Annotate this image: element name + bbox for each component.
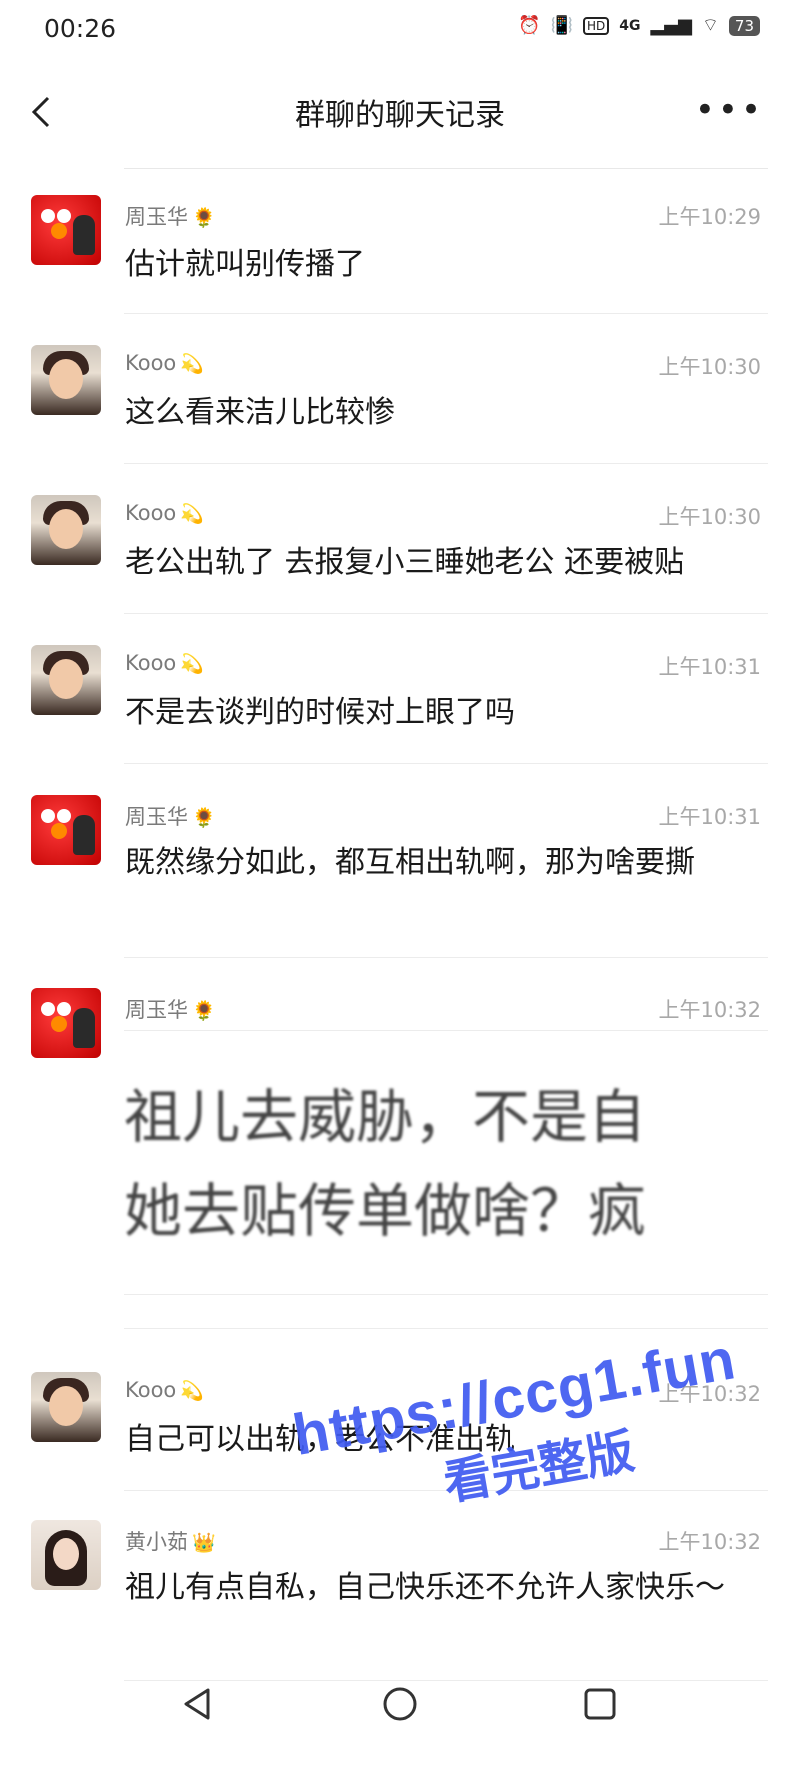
elmo-avatar[interactable]: [31, 195, 101, 265]
image-text-line: 祖儿去威胁，不是自: [124, 1083, 647, 1151]
message-text: 不是去谈判的时候对上眼了吗: [125, 695, 515, 730]
sunflower-icon: 🌻: [192, 1000, 216, 1022]
message-time: 上午10:30: [658, 505, 761, 529]
nav-recents-icon: [584, 1688, 616, 1720]
system-nav-bar: [0, 1640, 800, 1784]
more-dots-icon: •••: [694, 90, 764, 130]
more-button[interactable]: •••: [695, 90, 764, 130]
divider: [124, 168, 768, 169]
message-time: 上午10:32: [658, 998, 761, 1022]
message-text: 既然缘分如此，都互相出轨啊，那为啥要撕: [125, 845, 695, 880]
message-text: 自己可以出轨，老公不准出轨: [125, 1422, 515, 1457]
alarm-icon: ⏰: [518, 15, 541, 36]
vibrate-icon: 📳: [550, 15, 573, 36]
sunflower-icon: 🌻: [192, 207, 216, 229]
message-text: 这么看来洁儿比较惨: [125, 395, 395, 430]
sender-name: 黄小茹 👑: [125, 1530, 216, 1554]
sender-name: Kooo 💫: [125, 651, 204, 675]
sparkle-icon: 💫: [180, 653, 204, 675]
message-time: 上午10:31: [658, 805, 761, 829]
image-text-line: 她去贴传单做啥？疯: [124, 1177, 647, 1245]
message-text: 估计就叫别传播了: [125, 247, 365, 282]
sender-name: Kooo 💫: [125, 501, 204, 525]
status-time: 00:26: [44, 14, 117, 43]
sender-name: 周玉华 🌻: [125, 805, 216, 829]
hd-icon: HD: [582, 16, 610, 35]
nav-back-icon: [184, 1688, 210, 1720]
sender-name: Kooo 💫: [125, 1378, 204, 1402]
divider: [124, 463, 768, 464]
sender-name: 周玉华 🌻: [125, 205, 216, 229]
page-title: 群聊的聊天记录: [295, 98, 505, 133]
divider: [124, 313, 768, 314]
message-time: 上午10:30: [658, 355, 761, 379]
sunflower-icon: 🌻: [192, 807, 216, 829]
status-icons: ⏰ 📳 HD 4G ▂▄▆ ⌔ 73: [518, 14, 760, 37]
message-time: 上午10:32: [658, 1382, 761, 1406]
sparkle-icon: 💫: [180, 1380, 204, 1402]
sparkle-icon: 💫: [180, 503, 204, 525]
message-text: 老公出轨了 去报复小三睡她老公 还要被贴: [125, 545, 685, 580]
divider: [124, 957, 768, 958]
divider: [124, 613, 768, 614]
elmo-avatar[interactable]: [31, 988, 101, 1058]
image-message[interactable]: 祖儿去威胁，不是自 她去贴传单做啥？疯: [124, 1024, 760, 1268]
sparkle-icon: 💫: [180, 353, 204, 375]
nav-home-icon: [383, 1687, 417, 1721]
child-avatar[interactable]: [31, 1372, 101, 1442]
message-time: 上午10:29: [658, 205, 761, 229]
status-bar: 00:26 ⏰ 📳 HD 4G ▂▄▆ ⌔ 73: [0, 0, 800, 62]
nav-recents-button[interactable]: [580, 1684, 620, 1724]
sender-name: Kooo 💫: [125, 351, 204, 375]
woman-avatar[interactable]: [31, 1520, 101, 1590]
child-avatar[interactable]: [31, 345, 101, 415]
divider: [124, 1294, 768, 1295]
message-text: 祖儿有点自私，自己快乐还不允许人家快乐～: [125, 1570, 725, 1605]
wifi-icon: ⌔: [701, 15, 719, 36]
divider: [124, 1490, 768, 1491]
signal-label: 4G: [619, 17, 641, 34]
sender-name: 周玉华 🌻: [125, 998, 216, 1022]
child-avatar[interactable]: [31, 495, 101, 565]
nav-home-button[interactable]: [380, 1684, 420, 1724]
signal-icon: ▂▄▆: [650, 15, 692, 36]
battery-icon: 73: [728, 15, 760, 36]
child-avatar[interactable]: [31, 645, 101, 715]
title-bar: 群聊的聊天记录 •••: [0, 62, 800, 162]
message-time: 上午10:31: [658, 655, 761, 679]
message-time: 上午10:32: [658, 1530, 761, 1554]
divider: [124, 1328, 768, 1329]
elmo-avatar[interactable]: [31, 795, 101, 865]
divider: [124, 763, 768, 764]
crown-icon: 👑: [192, 1532, 216, 1554]
nav-back-button[interactable]: [178, 1684, 218, 1724]
